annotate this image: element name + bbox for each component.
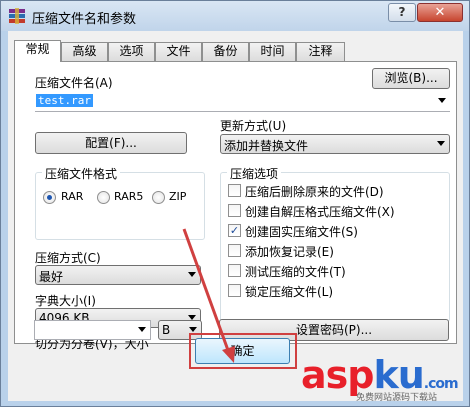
update-mode-select[interactable]: 添加并替换文件 bbox=[220, 134, 450, 154]
option-solid-label: 创建固实压缩文件(S) bbox=[245, 225, 358, 239]
method-label: 压缩方式(C) bbox=[35, 251, 101, 265]
title-bar: 压缩文件名和参数 ? ✕ bbox=[1, 1, 469, 31]
format-zip-label: ZIP bbox=[169, 190, 187, 203]
format-rar5-radio[interactable] bbox=[97, 191, 110, 204]
tab-comment[interactable]: 注释 bbox=[296, 42, 345, 61]
tab-options[interactable]: 选项 bbox=[108, 42, 155, 61]
option-recovery-label: 添加恢复记录(E) bbox=[245, 245, 334, 259]
option-sfx-label: 创建自解压格式压缩文件(X) bbox=[245, 205, 395, 219]
close-button[interactable]: ✕ bbox=[417, 3, 463, 22]
method-value: 最好 bbox=[39, 270, 64, 284]
watermark-subtext: 免费网站源码下载站 bbox=[356, 393, 438, 403]
chevron-down-icon bbox=[437, 141, 445, 146]
chevron-down-icon[interactable] bbox=[138, 327, 146, 332]
option-test-checkbox[interactable] bbox=[228, 264, 241, 277]
chevron-down-icon bbox=[188, 272, 196, 277]
option-solid-checkbox[interactable]: ✓ bbox=[228, 224, 241, 237]
help-button[interactable]: ? bbox=[388, 3, 416, 22]
tab-backup[interactable]: 备份 bbox=[202, 42, 249, 61]
format-rar-label: RAR bbox=[61, 190, 84, 203]
option-sfx-checkbox[interactable] bbox=[228, 204, 241, 217]
dictionary-label: 字典大小(I) bbox=[35, 294, 96, 308]
browse-button[interactable]: 浏览(B)... bbox=[372, 68, 450, 89]
options-group: 压缩选项 压缩后删除原来的文件(D) 创建自解压格式压缩文件(X) ✓ 创建固实… bbox=[220, 165, 450, 322]
dialog-window: 压缩文件名和参数 ? ✕ 常规 高级 选项 文件 备份 时间 注释 压缩文件名(… bbox=[0, 0, 470, 407]
tab-advanced[interactable]: 高级 bbox=[61, 42, 108, 61]
ok-button[interactable]: 确定 bbox=[195, 338, 290, 364]
archive-name-label: 压缩文件名(A) bbox=[35, 76, 113, 90]
chevron-down-icon bbox=[189, 327, 197, 332]
profiles-button[interactable]: 配置(F)... bbox=[35, 132, 187, 154]
archive-name-combo[interactable]: test.rar bbox=[35, 92, 450, 112]
window-title: 压缩文件名和参数 bbox=[32, 12, 137, 27]
format-group-title: 压缩文件格式 bbox=[42, 165, 121, 182]
option-delete-after-label: 压缩后删除原来的文件(D) bbox=[245, 185, 384, 199]
split-unit-value: B bbox=[162, 323, 171, 337]
format-zip-radio[interactable] bbox=[152, 191, 165, 204]
winrar-books-icon bbox=[9, 8, 25, 24]
method-select[interactable]: 最好 bbox=[35, 265, 201, 285]
tab-time[interactable]: 时间 bbox=[249, 42, 296, 61]
option-recovery-checkbox[interactable] bbox=[228, 244, 241, 257]
format-rar-radio[interactable] bbox=[43, 191, 56, 204]
option-lock-checkbox[interactable] bbox=[228, 284, 241, 297]
split-size-input[interactable] bbox=[34, 320, 151, 340]
general-tab-panel: 压缩文件名(A) 浏览(B)... test.rar 更新方式(U) 配置(F)… bbox=[14, 61, 457, 351]
archive-name-input[interactable]: test.rar bbox=[36, 94, 93, 107]
chevron-down-icon[interactable] bbox=[438, 98, 446, 103]
option-test-label: 测试压缩的文件(T) bbox=[245, 265, 346, 279]
update-mode-value: 添加并替换文件 bbox=[224, 139, 309, 153]
tab-files[interactable]: 文件 bbox=[155, 42, 202, 61]
format-rar5-label: RAR5 bbox=[114, 190, 144, 203]
tab-general[interactable]: 常规 bbox=[14, 40, 61, 62]
option-lock-label: 锁定压缩文件(L) bbox=[245, 285, 334, 299]
format-group: 压缩文件格式 RAR RAR5 ZIP bbox=[35, 165, 205, 240]
update-mode-label: 更新方式(U) bbox=[220, 119, 287, 133]
options-group-title: 压缩选项 bbox=[227, 165, 282, 182]
option-delete-after-checkbox[interactable] bbox=[228, 184, 241, 197]
